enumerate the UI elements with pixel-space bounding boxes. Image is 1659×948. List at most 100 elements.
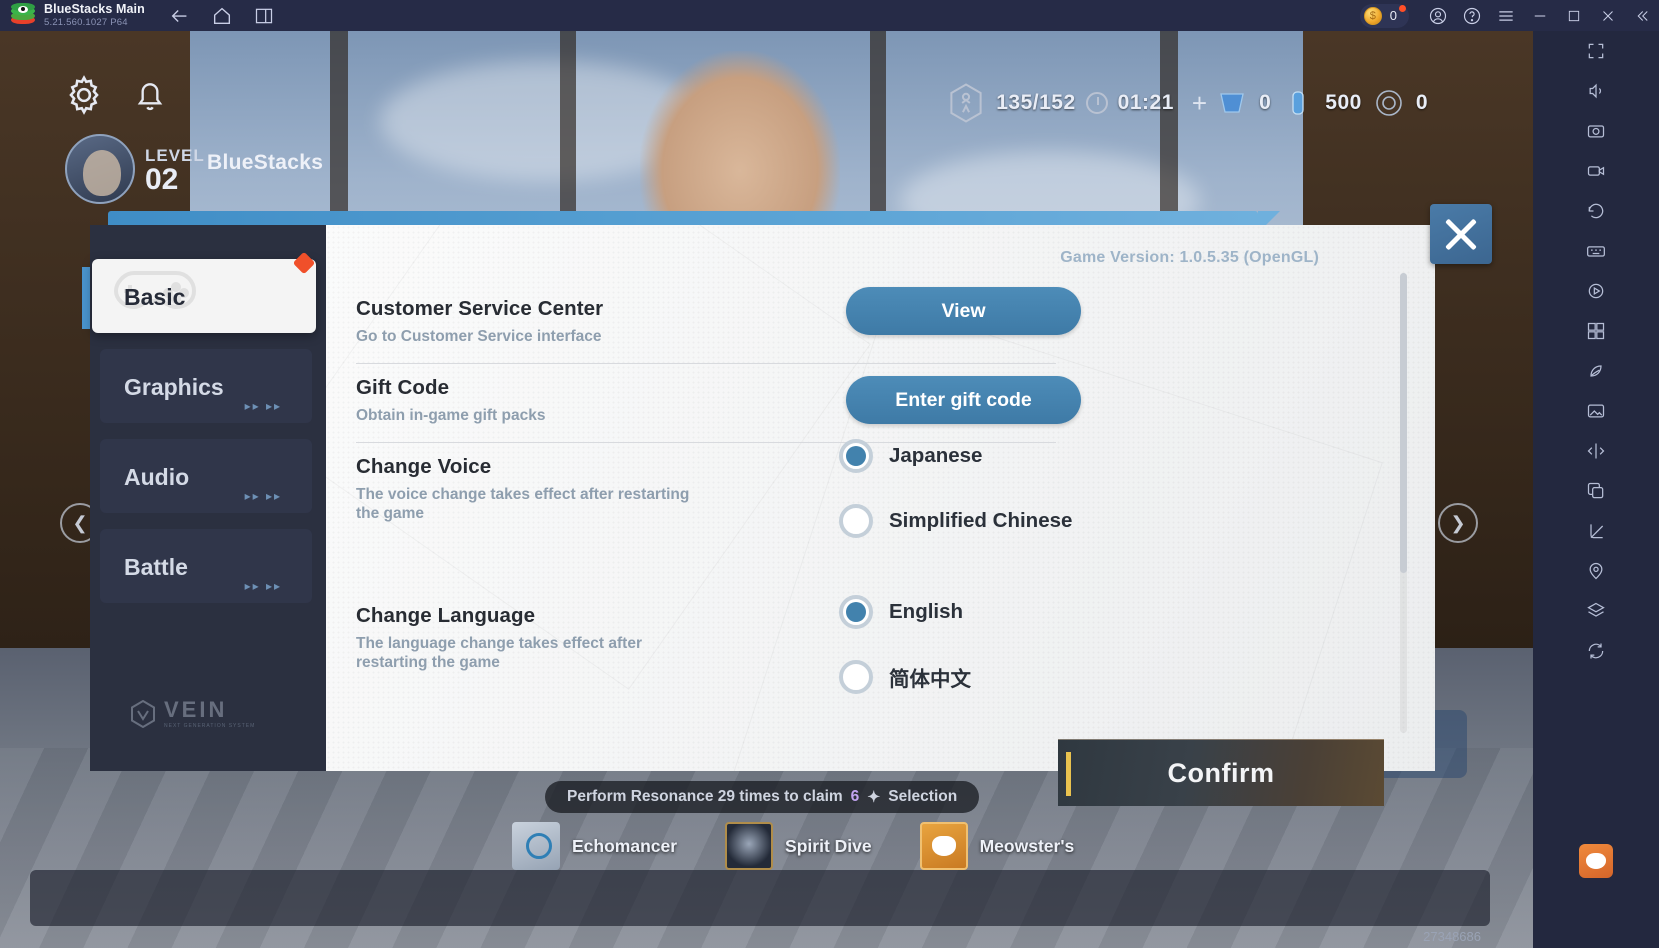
coin-icon: $ <box>1363 6 1382 25</box>
window-title-block: BlueStacks Main 5.21.560.1027 P64 <box>44 1 145 28</box>
video-record-icon[interactable] <box>1533 151 1659 191</box>
stamina-icon <box>946 81 986 125</box>
coin-balance-pill[interactable]: $ 0 <box>1359 3 1409 28</box>
app-version: 5.21.560.1027 P64 <box>44 16 128 28</box>
tab-graphics[interactable]: Graphics ▸▸ ▸▸ <box>90 343 326 431</box>
shake-icon[interactable] <box>1533 431 1659 471</box>
confirm-label: Confirm <box>1167 757 1275 788</box>
home-icon[interactable] <box>211 5 233 27</box>
back-arrow-icon[interactable] <box>169 5 191 27</box>
disc-currency-value: 0 <box>1415 91 1428 114</box>
volume-icon[interactable] <box>1533 71 1659 111</box>
rotate-icon[interactable] <box>1533 191 1659 231</box>
disc-currency-icon <box>1372 88 1406 118</box>
radio-voice-simplified-chinese[interactable]: Simplified Chinese <box>839 502 1072 540</box>
notifications-bell-icon[interactable] <box>130 75 170 115</box>
profile-icon[interactable] <box>1421 0 1455 31</box>
macro-icon[interactable] <box>1533 271 1659 311</box>
os-watermark: VEIN NEXT GENERATION SYSTEM <box>130 699 255 729</box>
coin-value: 0 <box>1389 8 1397 23</box>
nav-item-echomancer[interactable]: Echomancer <box>512 822 677 870</box>
nav-item-spirit-dive[interactable]: Spirit Dive <box>725 822 872 870</box>
settings-gear-icon[interactable] <box>62 73 106 117</box>
multi-instance-icon[interactable] <box>1533 311 1659 351</box>
game-viewport: LEVEL 02 BlueStacks 135/152 01:21 + 0 50… <box>0 31 1533 948</box>
tab-basic[interactable]: Basic <box>82 251 326 341</box>
enter-gift-code-button[interactable]: Enter gift code <box>846 376 1081 424</box>
copy-icon[interactable] <box>1533 471 1659 511</box>
sparkle-icon: ✦ <box>867 788 881 806</box>
content-scrollbar[interactable] <box>1400 273 1407 733</box>
radio-language-english[interactable]: English <box>839 593 971 631</box>
collapse-icon[interactable] <box>1625 0 1659 31</box>
fullscreen-icon[interactable] <box>1533 31 1659 71</box>
sync-icon[interactable] <box>1533 631 1659 671</box>
echomancer-icon <box>512 822 560 870</box>
carousel-next-button[interactable]: ❯ <box>1438 503 1478 543</box>
layers-icon[interactable] <box>1533 591 1659 631</box>
maximize-icon[interactable] <box>1557 0 1591 31</box>
minimize-icon[interactable] <box>1523 0 1557 31</box>
cat-icon <box>1579 844 1613 878</box>
player-level-value: 02 <box>145 163 179 196</box>
right-toolbar <box>1533 31 1659 948</box>
multi-instance-icon[interactable] <box>253 5 275 27</box>
confirm-button[interactable]: Confirm <box>1058 739 1384 806</box>
hint-text-post: Selection <box>888 788 958 805</box>
window-close-icon[interactable] <box>1591 0 1625 31</box>
screenshot-icon[interactable] <box>1533 111 1659 151</box>
notification-dot <box>1399 4 1406 12</box>
chat-bar[interactable] <box>30 870 1490 926</box>
bluestacks-window: BlueStacks Main 5.21.560.1027 P64 $ 0 LE… <box>0 0 1659 948</box>
resource-hud: 135/152 01:21 + 0 500 0 <box>946 83 1438 123</box>
trim-icon[interactable] <box>1533 511 1659 551</box>
tab-chevrons: ▸▸ ▸▸ <box>244 489 282 503</box>
keymapping-icon[interactable] <box>1533 231 1659 271</box>
game-shortcut-badge[interactable] <box>1533 844 1659 878</box>
help-icon[interactable] <box>1455 0 1489 31</box>
setting-desc: The voice change takes effect after rest… <box>356 485 690 523</box>
gallery-icon[interactable] <box>1533 391 1659 431</box>
blue-currency-value: 0 <box>1259 91 1272 114</box>
game-version-label: Game Version: 1.0.5.35 (OpenGL) <box>1060 249 1319 266</box>
setting-desc: The language change takes effect after r… <box>356 634 642 672</box>
radio-language-simplified-chinese[interactable]: 简体中文 <box>839 658 971 696</box>
tab-battle[interactable]: Battle ▸▸ ▸▸ <box>90 523 326 611</box>
radio-dot <box>839 504 873 538</box>
titlebar-nav-icons <box>169 5 275 27</box>
nav-item-meowsters[interactable]: Meowster's <box>919 822 1075 870</box>
radio-label: Simplified Chinese <box>889 509 1073 532</box>
tab-label: Graphics <box>124 373 224 400</box>
settings-dialog: Basic Graphics ▸▸ ▸▸ Audio ▸▸ ▸▸ Battle … <box>82 204 1492 771</box>
dialog-close-button[interactable] <box>1430 204 1492 264</box>
nav-label: Echomancer <box>572 835 678 856</box>
timer-value: 01:21 <box>1117 91 1174 114</box>
dialog-sidebar: Basic Graphics ▸▸ ▸▸ Audio ▸▸ ▸▸ Battle … <box>82 225 326 771</box>
settings-tab-list: Basic Graphics ▸▸ ▸▸ Audio ▸▸ ▸▸ Battle … <box>82 251 326 613</box>
hint-amount: 6 <box>850 788 860 805</box>
app-title: BlueStacks Main <box>44 1 145 16</box>
eco-mode-icon[interactable] <box>1533 351 1659 391</box>
radio-voice-japanese[interactable]: Japanese <box>839 437 1072 475</box>
vial-currency-value: 500 <box>1325 91 1362 114</box>
scrollbar-thumb[interactable] <box>1400 273 1407 573</box>
hamburger-menu-icon[interactable] <box>1489 0 1523 31</box>
view-button[interactable]: View <box>846 287 1081 335</box>
os-subtitle: NEXT GENERATION SYSTEM <box>164 723 256 729</box>
tab-label: Audio <box>124 463 190 490</box>
player-avatar[interactable] <box>65 134 135 204</box>
radio-label: Japanese <box>889 444 983 467</box>
voice-radio-group: Japanese Simplified Chinese <box>839 437 1072 567</box>
blue-currency-icon <box>1215 88 1249 118</box>
radio-label: 简体中文 <box>889 668 971 691</box>
stamina-value: 135/152 <box>996 91 1076 114</box>
add-stamina-icon[interactable]: + <box>1192 88 1207 119</box>
tab-label: Basic <box>124 283 186 310</box>
nav-label: Meowster's <box>979 835 1075 856</box>
dialog-content: Game Version: 1.0.5.35 (OpenGL) Customer… <box>326 225 1435 771</box>
tab-label: Battle <box>124 553 188 580</box>
resonance-hint-banner: Perform Resonance 29 times to claim 6 ✦ … <box>545 781 980 813</box>
tab-audio[interactable]: Audio ▸▸ ▸▸ <box>90 433 326 521</box>
location-icon[interactable] <box>1533 551 1659 591</box>
titlebar: BlueStacks Main 5.21.560.1027 P64 $ 0 <box>0 0 1659 31</box>
